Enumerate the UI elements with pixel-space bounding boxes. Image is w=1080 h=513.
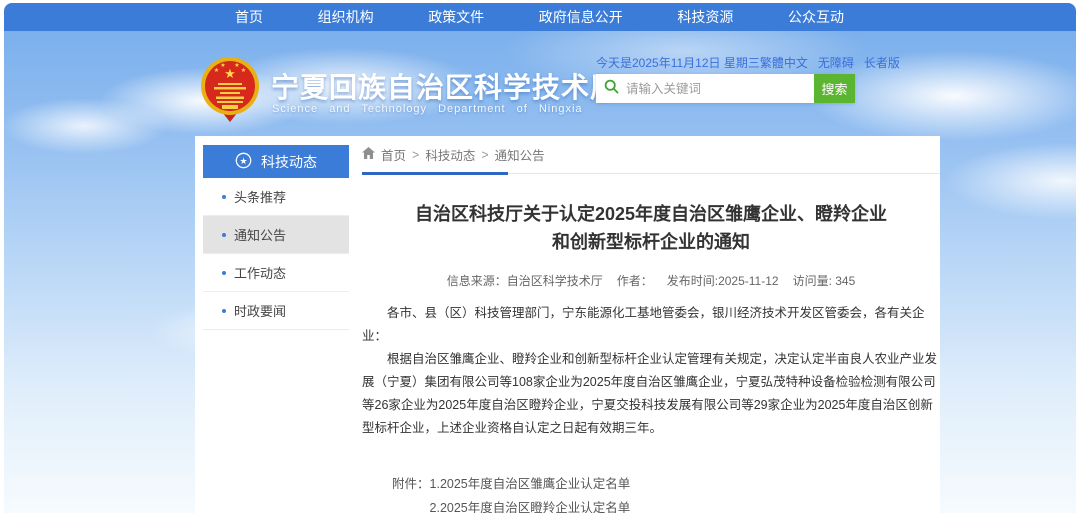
- breadcrumb-active-underline: [362, 172, 508, 175]
- search-icon: [604, 79, 619, 99]
- sidebar-item[interactable]: 时政要闻: [203, 292, 349, 330]
- bullet-dot-icon: [222, 309, 226, 313]
- circled-star-icon: ★: [235, 152, 252, 172]
- nav-item[interactable]: 政府信息公开: [539, 7, 623, 27]
- sidebar-item-label: 头条推荐: [234, 187, 286, 206]
- attachment-link[interactable]: 2.2025年度自治区瞪羚企业认定名单: [430, 496, 668, 513]
- breadcrumb-link[interactable]: 科技动态: [425, 145, 475, 164]
- breadcrumb-entry: 科技动态 >: [425, 145, 488, 164]
- article-title-line: 自治区科技厅关于认定2025年度自治区雏鹰企业、瞪羚企业: [362, 200, 940, 228]
- search-bar: 搜索: [596, 74, 855, 103]
- today-date: 今天是2025年11月12日 星期三: [596, 54, 760, 71]
- header-top-row: 今天是2025年11月12日 星期三 繁體中文无障碍长者版: [596, 54, 874, 71]
- top-navigation-bar: 首页 组织机构 政策文件 政府信息公开 科技资源 公众互动: [4, 3, 1076, 31]
- quick-link[interactable]: 无障碍: [818, 54, 854, 71]
- nav-item[interactable]: 组织机构: [318, 7, 374, 27]
- quick-link[interactable]: 繁體中文: [760, 54, 808, 71]
- search-input-wrap: [596, 74, 814, 103]
- attachments-label: 附件：: [392, 472, 430, 513]
- search-button[interactable]: 搜索: [814, 74, 855, 103]
- main-content: 首页 > 科技动态 > 通知公告: [362, 145, 940, 513]
- nav-item[interactable]: 公众互动: [788, 7, 844, 27]
- svg-text:★: ★: [214, 67, 219, 74]
- breadcrumb-items: 首页 > 科技动态 > 通知公告: [381, 145, 551, 164]
- sidebar-header-tech-news[interactable]: ★ 科技动态: [203, 145, 349, 178]
- meta-publish-time: 发布时间:2025-11-12: [667, 272, 779, 289]
- attachments-list: 1.2025年度自治区雏鹰企业认定名单2.2025年度自治区瞪羚企业认定名单3.…: [430, 472, 668, 513]
- national-emblem-logo: ★ ★ ★ ★ ★: [200, 56, 260, 129]
- sidebar-title: 科技动态: [261, 152, 317, 172]
- site-subtitle: Science and Technology Department of Nin…: [272, 103, 583, 115]
- page: 首页 组织机构 政策文件 政府信息公开 科技资源 公众互动 ★ ★ ★ ★ ★ 宁夏回族自…: [0, 0, 1080, 513]
- sidebar-item[interactable]: 头条推荐: [203, 178, 349, 216]
- sidebar-menu: 头条推荐 通知公告 工作动态 时政要闻: [203, 178, 349, 330]
- nav-item[interactable]: 科技资源: [677, 7, 733, 27]
- breadcrumb-separator: >: [412, 148, 419, 162]
- attachments-block: 附件： 1.2025年度自治区雏鹰企业认定名单2.2025年度自治区瞪羚企业认定…: [392, 472, 940, 513]
- home-icon: [362, 147, 375, 162]
- article-body: 各市、县（区）科技管理部门，宁东能源化工基地管委会，银川经济技术开发区管委会，各…: [362, 302, 940, 440]
- article-title-line: 和创新型标杆企业的通知: [362, 228, 940, 256]
- article-title: 自治区科技厅关于认定2025年度自治区雏鹰企业、瞪羚企业和创新型标杆企业的通知: [362, 200, 940, 256]
- attachment-link[interactable]: 1.2025年度自治区雏鹰企业认定名单: [430, 472, 668, 496]
- meta-source: 信息来源：自治区科学技术厅: [447, 272, 603, 289]
- quick-link[interactable]: 长者版: [864, 54, 900, 71]
- sidebar-item-label: 时政要闻: [234, 301, 286, 320]
- sidebar-item[interactable]: 通知公告: [203, 216, 349, 254]
- bullet-dot-icon: [222, 271, 226, 275]
- quick-links: 繁體中文无障碍长者版: [760, 54, 900, 71]
- breadcrumb: 首页 > 科技动态 > 通知公告: [362, 145, 940, 174]
- sidebar-item[interactable]: 工作动态: [203, 254, 349, 292]
- svg-text:★: ★: [241, 67, 246, 74]
- bullet-dot-icon: [222, 233, 226, 237]
- breadcrumb-link[interactable]: 通知公告: [495, 145, 545, 164]
- nav-item[interactable]: 政策文件: [428, 7, 484, 27]
- search-input[interactable]: [626, 82, 806, 96]
- article-meta: 信息来源：自治区科学技术厅 作者： 发布时间:2025-11-12 访问量: 3…: [362, 272, 940, 289]
- sidebar-item-label: 通知公告: [234, 225, 286, 244]
- breadcrumb-entry: 通知公告: [495, 145, 551, 164]
- meta-views: 访问量: 345: [793, 272, 856, 289]
- nav-item[interactable]: 首页: [235, 7, 263, 27]
- breadcrumb-link[interactable]: 首页: [381, 145, 406, 164]
- site-title: 宁夏回族自治区科学技术厅: [271, 66, 619, 106]
- svg-text:★: ★: [220, 62, 225, 69]
- bullet-dot-icon: [222, 195, 226, 199]
- svg-text:★: ★: [239, 156, 247, 166]
- meta-author: 作者：: [617, 272, 653, 289]
- article-paragraph: 根据自治区雏鹰企业、瞪羚企业和创新型标杆企业认定管理有关规定，决定认定半亩良人农…: [362, 348, 940, 440]
- breadcrumb-entry: 首页 >: [381, 145, 419, 164]
- article-paragraph: 各市、县（区）科技管理部门，宁东能源化工基地管委会，银川经济技术开发区管委会，各…: [362, 302, 940, 348]
- sidebar-item-label: 工作动态: [234, 263, 286, 282]
- svg-text:★: ★: [234, 62, 239, 69]
- nav-menu: 首页 组织机构 政策文件 政府信息公开 科技资源 公众互动: [235, 3, 844, 31]
- content-card: ★ 科技动态 头条推荐 通知公告: [195, 136, 940, 513]
- breadcrumb-separator: >: [481, 148, 488, 162]
- sidebar: ★ 科技动态 头条推荐 通知公告: [203, 145, 349, 330]
